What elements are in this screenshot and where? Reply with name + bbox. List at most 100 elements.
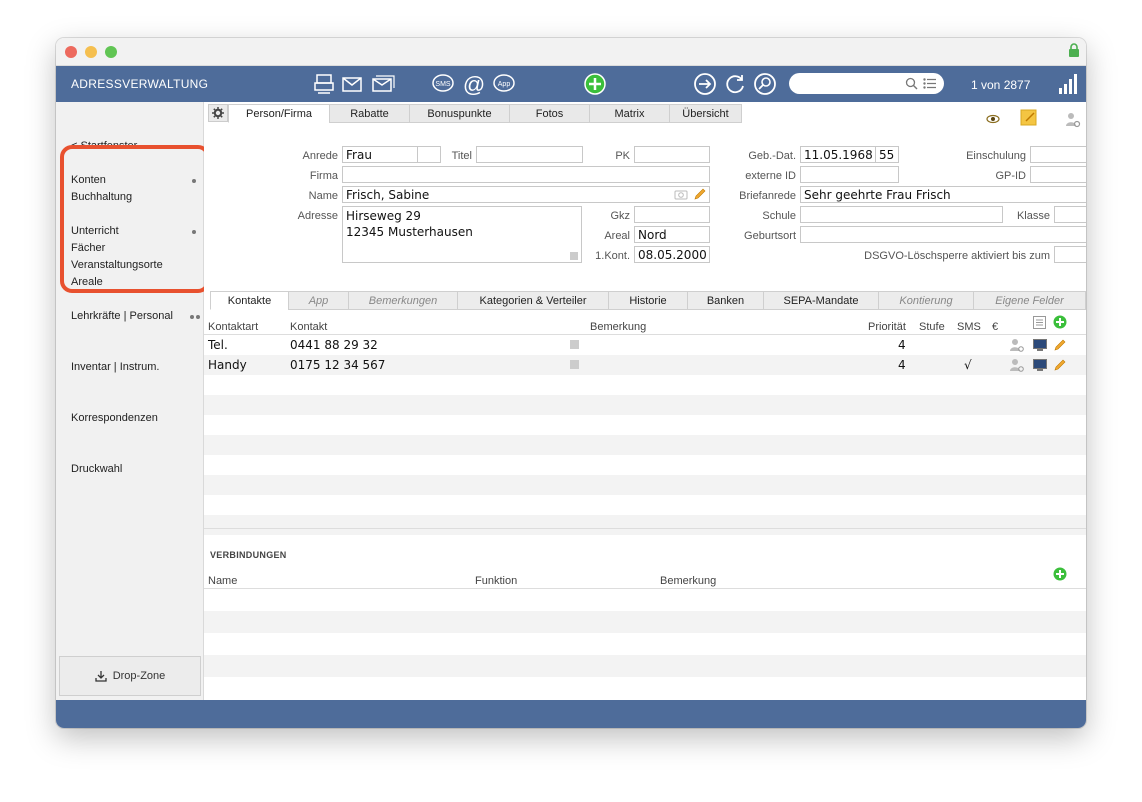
empty-row [204, 475, 1086, 495]
tab-uebersicht[interactable]: Übersicht [669, 104, 742, 123]
table-row[interactable]: Tel. 0441 88 29 32 4 [204, 335, 1086, 355]
tab-eigene-felder[interactable]: Eigene Felder [973, 291, 1086, 310]
search-box [789, 73, 944, 94]
tab-fotos[interactable]: Fotos [509, 104, 590, 123]
email-at-icon[interactable]: @ [462, 72, 486, 96]
title-bar [56, 38, 1086, 66]
label-schule: Schule [762, 210, 796, 222]
lock-icon [1069, 43, 1079, 57]
tab-matrix[interactable]: Matrix [589, 104, 670, 123]
sidebar-item-lehrkraefte[interactable]: Lehrkräfte | Personal [71, 310, 173, 322]
settings-button[interactable] [208, 104, 228, 122]
table-row[interactable]: Handy 0175 12 34 567 4 √ [204, 355, 1086, 375]
alter-field[interactable]: 55 [875, 146, 899, 163]
tab-banken[interactable]: Banken [687, 291, 764, 310]
gkz-field[interactable] [634, 206, 710, 223]
sms-icon[interactable]: SMS [431, 72, 455, 96]
empty-row [204, 655, 1086, 677]
add-connection-icon[interactable] [1053, 567, 1067, 581]
schule-field[interactable] [800, 206, 1003, 223]
einschulung-field[interactable] [1030, 146, 1086, 163]
tab-bemerkungen[interactable]: Bemerkungen [348, 291, 458, 310]
main-content: Person/Firma Rabatte Bonuspunkte Fotos M… [204, 102, 1086, 700]
label-gp-id: GP-ID [995, 170, 1026, 182]
note-small-icon[interactable] [570, 360, 579, 369]
user-settings-icon[interactable] [1010, 358, 1024, 372]
search-input[interactable] [799, 76, 899, 91]
minimize-window-button[interactable] [85, 46, 97, 58]
find-icon[interactable] [753, 72, 777, 96]
empty-row [204, 495, 1086, 515]
list-view-icon[interactable] [1033, 316, 1046, 329]
areal-field[interactable]: Nord [634, 226, 710, 243]
tab-rabatte[interactable]: Rabatte [329, 104, 410, 123]
drop-zone[interactable]: Drop-Zone [59, 656, 201, 696]
tab-sepa-mandate[interactable]: SEPA-Mandate [763, 291, 879, 310]
close-window-button[interactable] [65, 46, 77, 58]
note-small-icon[interactable] [570, 340, 579, 349]
col-kontakt: Kontakt [290, 321, 328, 333]
dsgvo-field[interactable] [1054, 246, 1086, 263]
empty-row [204, 589, 1086, 611]
gebdat-field[interactable]: 11.05.1968 [800, 146, 876, 163]
gear-icon [212, 107, 224, 119]
titel-field[interactable] [476, 146, 583, 163]
search-icon[interactable] [905, 77, 918, 90]
edit-pencil-icon[interactable] [1053, 358, 1067, 372]
tab-bonuspunkte[interactable]: Bonuspunkte [409, 104, 510, 123]
adresse-field[interactable]: Hirseweg 29 12345 Musterhausen [342, 206, 582, 263]
geburtsort-field[interactable] [800, 226, 1086, 243]
sidebar-item-korrespondenzen[interactable]: Korrespondenzen [71, 412, 158, 424]
klasse-field[interactable] [1054, 206, 1086, 223]
sidebar-item-inventar[interactable]: Inventar | Instrum. [71, 361, 159, 373]
sidebar-item-druckwahl[interactable]: Druckwahl [71, 463, 122, 475]
mail-icon[interactable] [340, 72, 364, 96]
tab-kontierung[interactable]: Kontierung [878, 291, 974, 310]
tab-app[interactable]: App [288, 291, 349, 310]
forward-icon[interactable] [693, 72, 717, 96]
app-message-icon[interactable]: App [492, 72, 516, 96]
record-counter: 1 von 2877 [971, 78, 1031, 92]
col-bemerkung: Bemerkung [590, 321, 647, 333]
kont-field[interactable]: 08.05.2000 [634, 246, 710, 263]
label-anrede: Anrede [302, 150, 338, 162]
name-field[interactable]: Frisch, Sabine [342, 186, 710, 203]
refresh-icon[interactable] [723, 72, 747, 96]
briefanrede-field[interactable]: Sehr geehrte Frau Frisch [800, 186, 1086, 203]
monitor-icon[interactable] [1033, 338, 1047, 352]
camera-icon[interactable] [674, 189, 688, 200]
drop-zone-label: Drop-Zone [112, 670, 166, 682]
tab-person-firma[interactable]: Person/Firma [228, 104, 330, 123]
cell-kontakt: 0441 88 29 32 [290, 338, 378, 352]
user-settings-icon[interactable] [1010, 338, 1024, 352]
col-euro: € [992, 321, 999, 333]
monitor-icon[interactable] [1033, 358, 1047, 372]
mass-mail-icon[interactable] [371, 72, 395, 96]
pencil-icon[interactable] [693, 187, 707, 201]
label-klasse: Klasse [1016, 210, 1050, 222]
statistics-icon[interactable] [1058, 74, 1078, 94]
submenu-indicator-icon [196, 315, 200, 319]
print-icon[interactable] [312, 72, 336, 96]
label-externe-id: externe ID [745, 170, 796, 182]
firma-field[interactable] [342, 166, 710, 183]
highlight-frame [60, 145, 210, 293]
add-record-icon[interactable] [583, 72, 607, 96]
empty-row [204, 455, 1086, 475]
main-toolbar: ADRESSVERWALTUNG SMS @ App 1 von 2877 [56, 66, 1086, 102]
submenu-indicator-icon [190, 315, 194, 319]
user-settings-icon[interactable] [1065, 112, 1081, 128]
externe-id-field[interactable] [800, 166, 899, 183]
tab-kategorien-verteiler[interactable]: Kategorien & Verteiler [457, 291, 609, 310]
note-icon[interactable] [1020, 109, 1038, 127]
pk-field[interactable] [634, 146, 710, 163]
edit-pencil-icon[interactable] [1053, 338, 1067, 352]
tab-historie[interactable]: Historie [608, 291, 688, 310]
eye-icon[interactable] [985, 113, 1001, 125]
search-options-icon[interactable] [923, 78, 936, 89]
zoom-window-button[interactable] [105, 46, 117, 58]
anrede-field[interactable]: Frau [342, 146, 418, 163]
tab-kontakte[interactable]: Kontakte [210, 291, 289, 310]
gp-id-field[interactable] [1030, 166, 1086, 183]
add-contact-icon[interactable] [1053, 315, 1067, 329]
